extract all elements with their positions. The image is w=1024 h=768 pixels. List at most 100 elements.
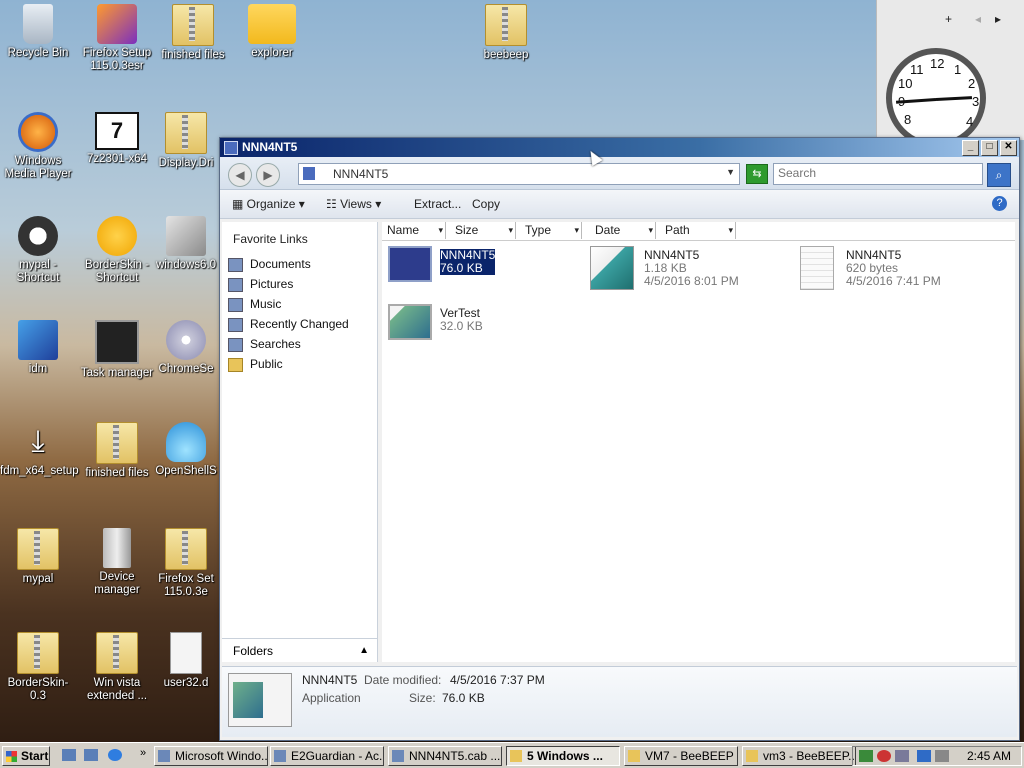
desktop-icon-openshell[interactable]: OpenShellS (148, 422, 224, 478)
internet-explorer-icon[interactable] (108, 749, 122, 761)
tray-app-icon[interactable] (895, 750, 909, 762)
system-tray: 2:45 AM (852, 746, 1022, 766)
desktop-icon-device-manager[interactable]: Device manager (79, 528, 155, 597)
desktop-icon-display-driver[interactable]: Display.Dri (148, 112, 224, 170)
add-gadget-button[interactable]: + (945, 12, 952, 26)
help-icon[interactable]: ? (992, 196, 1007, 211)
taskbar-item[interactable]: NNN4NT5.cab ... (388, 746, 502, 766)
file-item[interactable]: NNN4NT5 620 bytes 4/5/2016 7:41 PM (800, 246, 990, 292)
selected-file-preview-icon (228, 673, 292, 727)
desktop-icon-7z2301[interactable]: 7 7z2301-x64 (79, 112, 155, 166)
desktop-icon-recycle-bin[interactable]: Recycle Bin (0, 4, 76, 60)
search-box[interactable] (773, 163, 983, 185)
minimize-button[interactable]: _ (962, 140, 979, 156)
desktop-icon-fdm-setup[interactable]: ⤓ fdm_x64_setup (0, 422, 79, 478)
column-path[interactable]: Path ▾ (660, 222, 736, 239)
window-icon (392, 750, 404, 762)
zip-folder-icon (96, 422, 138, 464)
window-titlebar[interactable]: NNN4NT5 _ □ ✕ (220, 138, 1019, 157)
taskbar-item[interactable]: Microsoft Windo... (154, 746, 268, 766)
go-refresh-button[interactable]: ⇆ (746, 164, 768, 184)
extract-button[interactable]: Extract... (414, 197, 461, 211)
column-name[interactable]: Name ▾ (382, 222, 446, 239)
details-modified-label: Date modified: (364, 673, 442, 687)
desktop-icon-borderskin-shortcut[interactable]: BorderSkin - Shortcut (79, 216, 155, 285)
registry-cubes-icon (590, 246, 634, 290)
zip-folder-icon (17, 632, 59, 674)
volume-muted-icon[interactable] (935, 750, 949, 762)
dll-file-icon (170, 632, 202, 674)
desktop-icon-mypal-shortcut[interactable]: mypal - Shortcut (0, 216, 76, 285)
nav-item-pictures[interactable]: Pictures (222, 274, 377, 294)
desktop-icon-borderskin-03[interactable]: BorderSkin-0.3 (0, 632, 76, 703)
desktop-icon-win-vista-extended[interactable]: Win vista extended ... (79, 632, 155, 703)
desktop-icon-idm[interactable]: idm (0, 320, 76, 376)
tray-clock[interactable]: 2:45 AM (967, 749, 1011, 763)
folders-toggle[interactable]: Folders ▲ (222, 638, 377, 662)
show-desktop-icon[interactable] (62, 749, 76, 761)
taskbar-item[interactable]: VM7 - BeeBEEP (624, 746, 738, 766)
address-field[interactable]: NNN4NT5 ▼ (298, 163, 740, 185)
next-gadget-button[interactable]: ▸ (995, 12, 1001, 26)
column-type[interactable]: Type ▾ (520, 222, 582, 239)
nav-item-public[interactable]: Public (222, 354, 377, 374)
desktop-icon-user32[interactable]: user32.d (148, 632, 224, 690)
column-dropdown-icon[interactable]: ▾ (438, 222, 443, 239)
copy-button[interactable]: Copy (472, 197, 500, 211)
address-dropdown-icon[interactable]: ▼ (726, 167, 735, 177)
column-dropdown-icon[interactable]: ▾ (648, 222, 653, 239)
desktop-icon-windows6[interactable]: windows6.0 (148, 216, 224, 272)
column-dropdown-icon[interactable]: ▾ (574, 222, 579, 239)
file-item[interactable]: VerTest 32.0 KB (388, 304, 568, 344)
clock-gadget[interactable]: 12 1 2 3 4 8 9 10 11 (886, 48, 986, 148)
taskbar-item[interactable]: vm3 - BeeBEEP... (742, 746, 856, 766)
nav-item-recently-changed[interactable]: Recently Changed (222, 314, 377, 334)
switch-windows-icon[interactable] (84, 749, 98, 761)
address-path: NNN4NT5 (333, 167, 389, 181)
desktop-icon-firefox-setup-2[interactable]: Firefox Set 115.0.3e (148, 528, 224, 599)
window-title: NNN4NT5 (242, 140, 298, 154)
column-date[interactable]: Date ▾ (590, 222, 656, 239)
maximize-button[interactable]: □ (981, 140, 998, 156)
desktop-icon-chromesetup[interactable]: ChromeSe (148, 320, 224, 376)
close-button[interactable]: ✕ (1000, 140, 1017, 156)
desktop-icon-firefox-setup[interactable]: Firefox Setup 115.0.3esr (79, 4, 155, 73)
computer-tower-icon (103, 528, 131, 568)
column-dropdown-icon[interactable]: ▾ (508, 222, 513, 239)
music-icon (228, 298, 243, 312)
desktop-icon-mypal[interactable]: mypal (0, 528, 76, 586)
desktop-icon-task-manager[interactable]: Task manager (79, 320, 155, 380)
network-icon[interactable] (917, 750, 931, 762)
search-icon[interactable]: ⌕ (987, 163, 1011, 187)
start-button[interactable]: Start (2, 746, 50, 766)
previous-gadget-button[interactable]: ◂ (975, 12, 981, 26)
tray-alert-icon[interactable] (877, 750, 891, 762)
chevron-up-icon: ▲ (359, 645, 369, 656)
taskbar-item[interactable]: E2Guardian - Ac... (270, 746, 384, 766)
desktop-icon-finished-files[interactable]: finished files (155, 4, 231, 62)
desktop-icon-beebeep[interactable]: beebeep (468, 4, 544, 62)
file-item[interactable]: NNN4NT5 76.0 KB (388, 246, 568, 286)
column-dropdown-icon[interactable]: ▾ (728, 222, 733, 239)
nav-item-searches[interactable]: Searches (222, 334, 377, 354)
nav-item-music[interactable]: Music (222, 294, 377, 314)
file-date: 4/5/2016 8:01 PM (644, 274, 739, 288)
organize-button[interactable]: ▦ Organize ▾ (232, 197, 305, 211)
search-input[interactable] (774, 164, 982, 182)
desktop-icon-windows-media-player[interactable]: Windows Media Player (0, 112, 76, 181)
file-item[interactable]: NNN4NT5 1.18 KB 4/5/2016 8:01 PM (590, 246, 780, 292)
taskbar-item[interactable]: 5 Windows ... (506, 746, 620, 766)
views-button[interactable]: ☷ Views ▾ (326, 197, 381, 211)
column-size[interactable]: Size ▾ (450, 222, 516, 239)
back-button[interactable]: ◀ (228, 163, 252, 187)
quick-launch-overflow-icon[interactable]: » (140, 747, 146, 759)
zip-folder-icon (17, 528, 59, 570)
zip-folder-icon (485, 4, 527, 46)
download-icon: ⤓ (31, 425, 45, 458)
desktop-icon-finished-files-2[interactable]: finished files (79, 422, 155, 480)
desktop-icon-explorer[interactable]: explorer (234, 4, 310, 60)
application-icon (303, 167, 315, 180)
tray-app-icon[interactable] (859, 750, 873, 762)
nav-item-documents[interactable]: Documents (222, 254, 377, 274)
forward-button[interactable]: ▶ (256, 163, 280, 187)
